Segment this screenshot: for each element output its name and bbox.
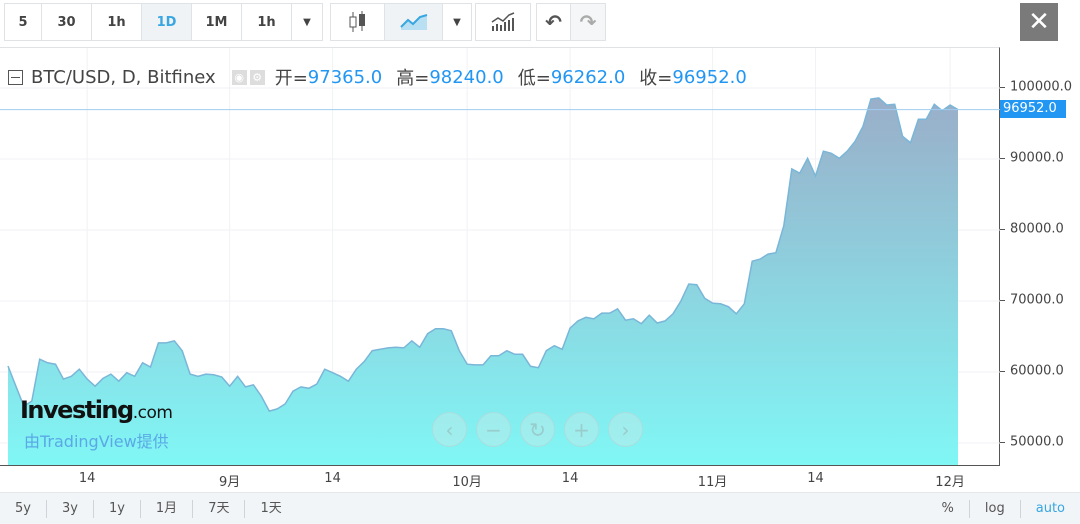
x-tick-label: 9月 <box>219 475 241 490</box>
scroll-right-button[interactable]: › <box>608 412 643 447</box>
low-label: 低= <box>517 68 551 89</box>
visibility-icon[interactable]: ◉ <box>231 69 247 85</box>
log-toggle[interactable]: log <box>970 499 1021 518</box>
y-tick <box>1000 158 1005 159</box>
x-tick-label: 14 <box>324 471 341 486</box>
interval-group: 5 30 1h 1D 1M 1h ▼ <box>4 3 323 41</box>
gear-icon[interactable]: ⚙ <box>249 69 265 85</box>
bottom-toolbar: 5y 3y 1y 1月 7天 1天 % log auto <box>0 492 1080 524</box>
range-1y[interactable]: 1y <box>94 499 141 518</box>
indicators-group <box>475 3 531 41</box>
x-tick-label: 14 <box>78 471 96 486</box>
last-price-label: 96952.0 <box>1000 99 1066 118</box>
x-tick-label: 14 <box>561 471 579 486</box>
y-tick-label: 70000.0 <box>1010 292 1064 308</box>
y-tick <box>1000 442 1005 443</box>
chart-type-dropdown-button[interactable]: ▼ <box>443 4 471 40</box>
low-value: 96262.0 <box>550 66 626 88</box>
y-tick-label: 60000.0 <box>1010 363 1064 379</box>
x-axis-line <box>0 465 1000 466</box>
interval-dropdown-button[interactable]: ▼ <box>292 4 322 40</box>
y-tick <box>1000 229 1005 230</box>
history-group: ↶ ↷ <box>536 3 606 41</box>
range-3y[interactable]: 3y <box>47 499 94 518</box>
y-tick-label: 50000.0 <box>1010 434 1064 450</box>
range-5y[interactable]: 5y <box>0 499 47 518</box>
chart-legend: BTC/USD, D, Bitfinex ◉ ⚙ 开= 97365.0 高= 982… <box>8 64 761 90</box>
auto-toggle[interactable]: auto <box>1021 500 1080 518</box>
interval-1m[interactable]: 1M <box>192 4 242 40</box>
toolbar: 5 30 1h 1D 1M 1h ▼ ▼ ↶ ↷ ✕ <box>0 0 1080 44</box>
scroll-left-button[interactable]: ‹ <box>432 412 467 447</box>
y-tick <box>1000 300 1005 301</box>
symbol-label: BTC/USD, D, Bitfinex <box>31 66 216 88</box>
reset-button[interactable]: ↻ <box>520 412 555 447</box>
undo-icon[interactable]: ↶ <box>537 4 571 40</box>
high-label: 高= <box>396 68 430 89</box>
interval-1h-custom[interactable]: 1h <box>242 4 292 40</box>
x-tick-label: 11月 <box>697 475 728 490</box>
close-label: 收= <box>639 68 673 89</box>
interval-5[interactable]: 5 <box>5 4 42 40</box>
y-tick <box>1000 371 1005 372</box>
interval-1h[interactable]: 1h <box>92 4 142 40</box>
range-1m[interactable]: 1月 <box>141 499 194 518</box>
range-7d[interactable]: 7天 <box>193 499 246 518</box>
indicators-icon[interactable] <box>476 4 530 40</box>
y-tick <box>1000 87 1005 88</box>
close-value: 96952.0 <box>672 66 747 88</box>
x-tick-label: 12月 <box>935 475 965 490</box>
chart-type-group: ▼ <box>330 3 472 41</box>
redo-icon[interactable]: ↷ <box>571 4 605 40</box>
investing-logo: Investing.com <box>20 396 173 424</box>
x-tick-label: 14 <box>807 471 824 486</box>
percent-toggle[interactable]: % <box>927 499 970 518</box>
range-1d[interactable]: 1天 <box>245 500 296 518</box>
area-chart-icon[interactable] <box>385 4 443 40</box>
y-tick-label: 100000.0 <box>1010 79 1073 95</box>
high-value: 98240.0 <box>429 66 504 88</box>
logo-suffix: .com <box>132 403 173 423</box>
candlestick-icon[interactable] <box>331 4 385 40</box>
zoom-in-button[interactable]: + <box>564 412 599 447</box>
y-tick-label: 90000.0 <box>1010 150 1064 166</box>
interval-1d[interactable]: 1D <box>142 4 192 40</box>
collapse-icon[interactable] <box>8 69 23 85</box>
x-tick-label: 10月 <box>452 475 482 490</box>
open-value: 97365.0 <box>307 66 383 88</box>
provider-credit[interactable]: 由TradingView提供 <box>24 428 169 452</box>
zoom-out-button[interactable]: − <box>476 412 511 447</box>
logo-brand: Investing <box>20 396 134 424</box>
open-label: 开= <box>274 68 308 89</box>
interval-30[interactable]: 30 <box>42 4 92 40</box>
y-tick-label: 80000.0 <box>1010 221 1064 237</box>
close-button[interactable]: ✕ <box>1020 3 1058 41</box>
chart-navigation: ‹ − ↻ + › <box>432 412 643 447</box>
